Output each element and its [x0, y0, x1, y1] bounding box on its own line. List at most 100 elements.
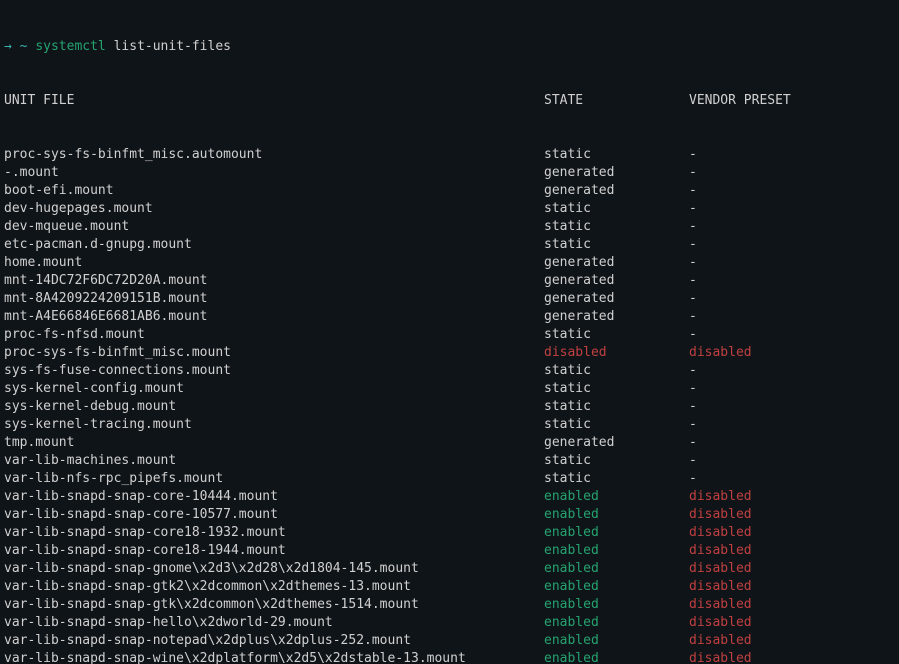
prompt-arrow-icon: →	[4, 38, 12, 56]
unit-file-cell: var-lib-snapd-snap-gtk2\x2dcommon\x2dthe…	[4, 578, 544, 596]
table-row: var-lib-snapd-snap-core18-1944.mountenab…	[4, 542, 895, 560]
command-name: systemctl	[35, 38, 105, 56]
vendor-preset-cell: -	[689, 308, 697, 326]
unit-file-cell: sys-kernel-debug.mount	[4, 398, 544, 416]
state-cell: enabled	[544, 596, 689, 614]
vendor-preset-cell: -	[689, 290, 697, 308]
unit-file-cell: tmp.mount	[4, 434, 544, 452]
table-row: etc-pacman.d-gnupg.mountstatic-	[4, 236, 895, 254]
vendor-preset-cell: -	[689, 362, 697, 380]
unit-file-cell: home.mount	[4, 254, 544, 272]
table-row: var-lib-snapd-snap-gtk2\x2dcommon\x2dthe…	[4, 578, 895, 596]
table-row: boot-efi.mountgenerated-	[4, 182, 895, 200]
unit-file-cell: var-lib-snapd-snap-core18-1944.mount	[4, 542, 544, 560]
unit-file-cell: var-lib-snapd-snap-core18-1932.mount	[4, 524, 544, 542]
vendor-preset-cell: -	[689, 146, 697, 164]
unit-file-cell: sys-fs-fuse-connections.mount	[4, 362, 544, 380]
vendor-preset-cell: -	[689, 416, 697, 434]
table-row: -.mountgenerated-	[4, 164, 895, 182]
vendor-preset-cell: disabled	[689, 488, 752, 506]
vendor-preset-cell: -	[689, 182, 697, 200]
table-row: proc-sys-fs-binfmt_misc.mountdisableddis…	[4, 344, 895, 362]
state-cell: enabled	[544, 650, 689, 664]
table-row: dev-mqueue.mountstatic-	[4, 218, 895, 236]
state-cell: static	[544, 362, 689, 380]
unit-file-cell: mnt-14DC72F6DC72D20A.mount	[4, 272, 544, 290]
state-cell: disabled	[544, 344, 689, 362]
state-cell: enabled	[544, 560, 689, 578]
table-row: sys-fs-fuse-connections.mountstatic-	[4, 362, 895, 380]
unit-file-cell: mnt-A4E66846E6681AB6.mount	[4, 308, 544, 326]
unit-file-cell: proc-sys-fs-binfmt_misc.mount	[4, 344, 544, 362]
state-cell: generated	[544, 434, 689, 452]
unit-file-cell: var-lib-snapd-snap-gtk\x2dcommon\x2dthem…	[4, 596, 544, 614]
unit-file-cell: sys-kernel-tracing.mount	[4, 416, 544, 434]
vendor-preset-cell: -	[689, 164, 697, 182]
vendor-preset-cell: disabled	[689, 632, 752, 650]
state-cell: enabled	[544, 578, 689, 596]
table-row: var-lib-snapd-snap-gnome\x2d3\x2d28\x2d1…	[4, 560, 895, 578]
table-row: home.mountgenerated-	[4, 254, 895, 272]
table-row: tmp.mountgenerated-	[4, 434, 895, 452]
table-row: var-lib-snapd-snap-core18-1932.mountenab…	[4, 524, 895, 542]
unit-file-cell: var-lib-nfs-rpc_pipefs.mount	[4, 470, 544, 488]
unit-file-cell: var-lib-snapd-snap-notepad\x2dplus\x2dpl…	[4, 632, 544, 650]
terminal-output[interactable]: → ~ systemctl list-unit-files UNIT FILES…	[0, 0, 899, 664]
prompt-cwd: ~	[20, 38, 28, 56]
vendor-preset-cell: -	[689, 272, 697, 290]
table-row: sys-kernel-tracing.mountstatic-	[4, 416, 895, 434]
prompt-line: → ~ systemctl list-unit-files	[4, 38, 895, 56]
vendor-preset-cell: -	[689, 254, 697, 272]
state-cell: generated	[544, 272, 689, 290]
vendor-preset-cell: disabled	[689, 542, 752, 560]
table-row: var-lib-snapd-snap-wine\x2dplatform\x2d5…	[4, 650, 895, 664]
vendor-preset-cell: -	[689, 218, 697, 236]
table-row: var-lib-machines.mountstatic-	[4, 452, 895, 470]
vendor-preset-cell: -	[689, 470, 697, 488]
unit-file-cell: proc-fs-nfsd.mount	[4, 326, 544, 344]
header-vendor-preset: VENDOR PRESET	[689, 92, 791, 110]
unit-file-cell: sys-kernel-config.mount	[4, 380, 544, 398]
table-row: var-lib-snapd-snap-notepad\x2dplus\x2dpl…	[4, 632, 895, 650]
command-args: list-unit-files	[114, 38, 231, 56]
unit-file-cell: etc-pacman.d-gnupg.mount	[4, 236, 544, 254]
unit-file-cell: var-lib-snapd-snap-gnome\x2d3\x2d28\x2d1…	[4, 560, 544, 578]
table-row: sys-kernel-config.mountstatic-	[4, 380, 895, 398]
state-cell: generated	[544, 254, 689, 272]
table-row: var-lib-snapd-snap-core-10444.mountenabl…	[4, 488, 895, 506]
state-cell: static	[544, 200, 689, 218]
state-cell: static	[544, 398, 689, 416]
table-row: mnt-A4E66846E6681AB6.mountgenerated-	[4, 308, 895, 326]
state-cell: static	[544, 470, 689, 488]
state-cell: enabled	[544, 488, 689, 506]
table-row: sys-kernel-debug.mountstatic-	[4, 398, 895, 416]
unit-file-cell: boot-efi.mount	[4, 182, 544, 200]
unit-file-cell: -.mount	[4, 164, 544, 182]
table-header: UNIT FILESTATEVENDOR PRESET	[4, 92, 895, 110]
header-unit-file: UNIT FILE	[4, 92, 544, 110]
vendor-preset-cell: disabled	[689, 524, 752, 542]
unit-file-cell: proc-sys-fs-binfmt_misc.automount	[4, 146, 544, 164]
vendor-preset-cell: -	[689, 200, 697, 218]
table-row: var-lib-nfs-rpc_pipefs.mountstatic-	[4, 470, 895, 488]
state-cell: static	[544, 218, 689, 236]
table-row: proc-fs-nfsd.mountstatic-	[4, 326, 895, 344]
state-cell: enabled	[544, 506, 689, 524]
vendor-preset-cell: -	[689, 326, 697, 344]
state-cell: static	[544, 146, 689, 164]
state-cell: static	[544, 326, 689, 344]
table-row: var-lib-snapd-snap-core-10577.mountenabl…	[4, 506, 895, 524]
vendor-preset-cell: disabled	[689, 614, 752, 632]
state-cell: generated	[544, 182, 689, 200]
vendor-preset-cell: -	[689, 380, 697, 398]
state-cell: generated	[544, 164, 689, 182]
vendor-preset-cell: -	[689, 452, 697, 470]
unit-file-cell: var-lib-snapd-snap-core-10444.mount	[4, 488, 544, 506]
state-cell: static	[544, 416, 689, 434]
unit-file-cell: var-lib-snapd-snap-core-10577.mount	[4, 506, 544, 524]
vendor-preset-cell: disabled	[689, 578, 752, 596]
vendor-preset-cell: disabled	[689, 650, 752, 664]
state-cell: generated	[544, 290, 689, 308]
table-row: proc-sys-fs-binfmt_misc.automountstatic-	[4, 146, 895, 164]
state-cell: enabled	[544, 542, 689, 560]
